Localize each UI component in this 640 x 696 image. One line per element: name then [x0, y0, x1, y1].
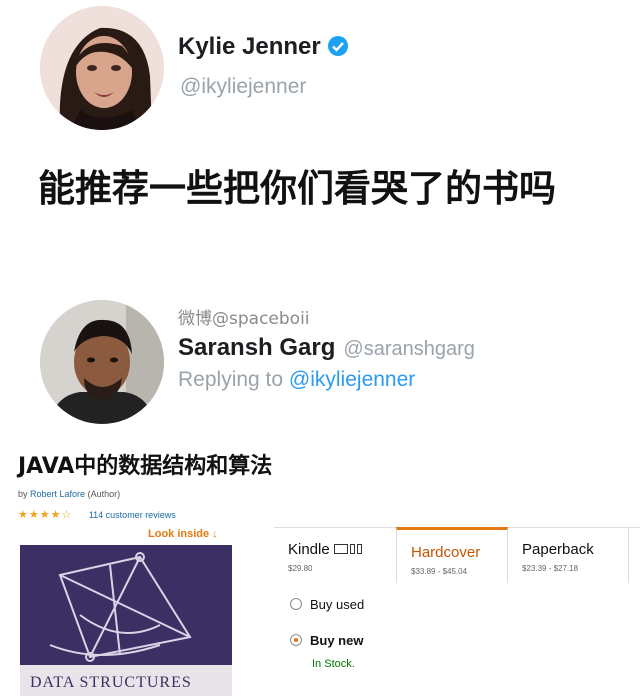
format-selector: Kindle $29.80 Hardcover $33.89 - $45.04 … [274, 527, 640, 696]
book-cover-image[interactable]: DATA STRUCTURES [20, 545, 232, 696]
radio-buy-new[interactable] [290, 634, 302, 646]
tweet-text: 能推荐一些把你们看哭了的书吗 [38, 167, 556, 210]
radio-buy-used[interactable] [290, 598, 302, 610]
verified-badge-icon [327, 35, 349, 57]
hardcover-label: Hardcover [411, 544, 481, 561]
customer-reviews-link[interactable]: 114 customer reviews [89, 510, 176, 520]
product-byline: by Robert Lafore (Author) [18, 489, 120, 499]
book-cover-title: DATA STRUCTURES [30, 674, 192, 691]
saransh-name-row[interactable]: Saransh Garg @saranshgarg [178, 334, 475, 362]
hardcover-price: $33.89 - $45.04 [411, 567, 468, 576]
replying-to-line: Replying to @ikyliejenner [178, 368, 415, 392]
laptop-icon [333, 544, 348, 554]
author-role: (Author) [87, 489, 121, 499]
kylie-handle[interactable]: @ikyliejenner [180, 75, 306, 99]
kylie-name[interactable]: Kylie Jenner [178, 33, 349, 61]
tab-hardcover[interactable]: Hardcover $33.89 - $45.04 [396, 527, 508, 583]
author-name[interactable]: Kylie Jenner [178, 33, 321, 60]
kindle-label: Kindle [288, 541, 330, 558]
look-inside-link[interactable]: Look inside ↓ [148, 528, 218, 540]
phone-icon [349, 544, 355, 554]
star-rating[interactable]: ★★★★☆ [18, 509, 72, 521]
buy-new-label: Buy new [310, 633, 364, 648]
buy-used-label: Buy used [310, 597, 365, 612]
reply-author-handle[interactable]: @saranshgarg [343, 338, 474, 360]
kylie-avatar[interactable] [40, 6, 164, 130]
book-title-banner: DATA STRUCTURES [20, 665, 232, 696]
paperback-label: Paperback [522, 541, 594, 558]
tab-more[interactable] [628, 527, 640, 583]
stock-status: In Stock. [312, 658, 355, 670]
kindle-price: $29.80 [288, 564, 313, 573]
kindle-label-row: Kindle [288, 541, 396, 558]
byline-prefix: by [18, 489, 28, 499]
reply-author-name[interactable]: Saransh Garg [178, 334, 335, 361]
tablet-icon [356, 544, 362, 554]
replying-to-link[interactable]: @ikyliejenner [289, 368, 415, 391]
weibo-watermark: 微博@spaceboii [178, 309, 310, 329]
replying-prefix: Replying to [178, 368, 284, 391]
option-buy-new[interactable]: Buy new [290, 633, 363, 648]
tab-kindle[interactable]: Kindle $29.80 [274, 527, 396, 583]
rating-row: ★★★★☆ 114 customer reviews [18, 508, 176, 521]
tab-paperback[interactable]: Paperback $23.39 - $27.18 [508, 527, 628, 583]
option-buy-used[interactable]: Buy used [290, 597, 364, 612]
saransh-avatar[interactable] [40, 300, 164, 424]
reply-text: JAVA中的数据结构和算法 [18, 454, 273, 479]
book-author-link[interactable]: Robert Lafore [30, 489, 85, 499]
paperback-price: $23.39 - $27.18 [522, 564, 579, 573]
